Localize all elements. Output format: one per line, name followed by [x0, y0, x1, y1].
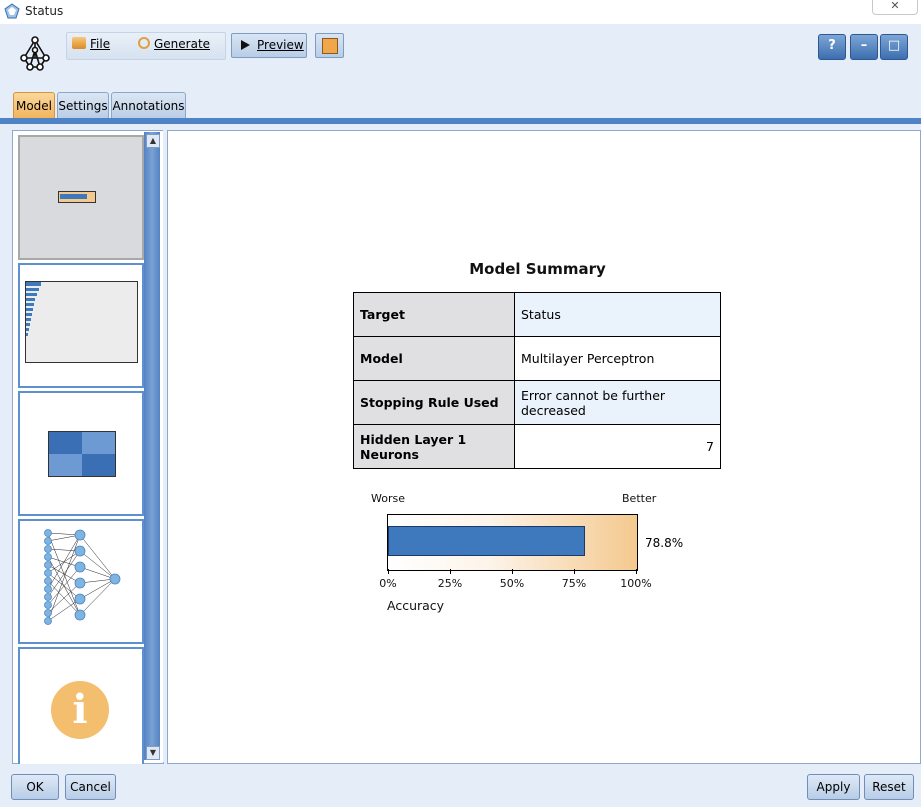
thumbnail-classification[interactable]: [18, 391, 144, 516]
classification-thumb-grid: [48, 431, 116, 477]
summary-title: Model Summary: [469, 260, 606, 278]
x-tick-mark: [388, 569, 389, 574]
importance-thumb-chart: [25, 281, 138, 363]
tab-settings[interactable]: Settings: [57, 92, 109, 119]
network-thumb-diagram: [44, 529, 121, 625]
scroll-up-arrow-icon[interactable]: ▲: [146, 134, 160, 148]
maximize-button[interactable]: □: [880, 34, 908, 60]
preview-button-label: Preview: [257, 38, 304, 52]
x-axis-label: Accuracy: [387, 598, 445, 613]
tab-underline: [0, 118, 921, 124]
x-tick-mark: [636, 569, 637, 574]
worse-label: Worse: [371, 492, 405, 505]
ok-button[interactable]: OK: [11, 774, 59, 800]
app-icon: [4, 3, 20, 19]
tab-model[interactable]: Model: [13, 92, 55, 119]
generate-menu-label: Generate: [154, 37, 211, 51]
x-tick-mark: [512, 569, 513, 574]
close-button[interactable]: ✕: [872, 0, 918, 15]
thumbnail-network[interactable]: [18, 519, 144, 644]
file-menu[interactable]: File: [72, 37, 110, 51]
x-tick-label: 0%: [379, 577, 397, 590]
generate-icon: [138, 37, 150, 49]
play-icon: [241, 40, 250, 50]
thumbnail-predictor-importance[interactable]: [18, 263, 144, 388]
x-tick-mark: [574, 569, 575, 574]
thumbnail-model-summary[interactable]: [18, 135, 144, 260]
row-value: Status: [514, 292, 721, 337]
row-value: 7: [514, 424, 721, 469]
apply-button[interactable]: Apply: [807, 774, 860, 800]
thumbnail-information[interactable]: i: [18, 647, 144, 764]
model-summary-table: Target Status Model Multilayer Perceptro…: [353, 292, 721, 469]
file-icon: [72, 37, 86, 49]
x-tick-label: 25%: [437, 577, 463, 590]
x-tick-label: 100%: [620, 577, 652, 590]
minimize-button[interactable]: –: [850, 34, 878, 60]
x-tick-label: 50%: [499, 577, 525, 590]
model-nugget-icon: [20, 36, 50, 71]
row-value: Multilayer Perceptron: [514, 336, 721, 381]
table-row: Stopping Rule Used Error cannot be furth…: [353, 380, 721, 425]
summary-thumb-icon: [58, 191, 96, 203]
preview-button[interactable]: Preview: [231, 33, 307, 58]
accuracy-bar: [388, 526, 586, 556]
row-label: Model: [353, 336, 515, 381]
generate-menu[interactable]: Generate: [138, 37, 210, 51]
thumbnail-scrollbar[interactable]: [144, 132, 160, 760]
tab-annotations[interactable]: Annotations: [111, 92, 186, 119]
table-row: Model Multilayer Perceptron: [353, 336, 721, 381]
row-label: Target: [353, 292, 515, 337]
title-bar: [0, 0, 921, 24]
table-row: Target Status: [353, 292, 721, 337]
add-to-canvas-button[interactable]: [315, 33, 344, 58]
scroll-down-arrow-icon[interactable]: ▼: [146, 746, 160, 760]
help-button[interactable]: ?: [818, 34, 846, 60]
footer-bar: [0, 770, 921, 807]
table-row: Hidden Layer 1 Neurons 7: [353, 424, 721, 469]
better-label: Better: [622, 492, 657, 505]
x-tick-mark: [450, 569, 451, 574]
info-icon: i: [51, 681, 109, 739]
row-value: Error cannot be further decreased: [514, 380, 721, 425]
reset-button[interactable]: Reset: [864, 774, 914, 800]
accuracy-value-label: 78.8%: [645, 536, 684, 550]
x-tick-label: 75%: [561, 577, 587, 590]
cancel-button[interactable]: Cancel: [65, 774, 116, 800]
row-label: Hidden Layer 1 Neurons: [353, 424, 515, 469]
export-icon: [322, 38, 338, 54]
file-menu-label: File: [90, 37, 111, 51]
row-label: Stopping Rule Used: [353, 380, 515, 425]
window-title: Status: [25, 4, 64, 18]
